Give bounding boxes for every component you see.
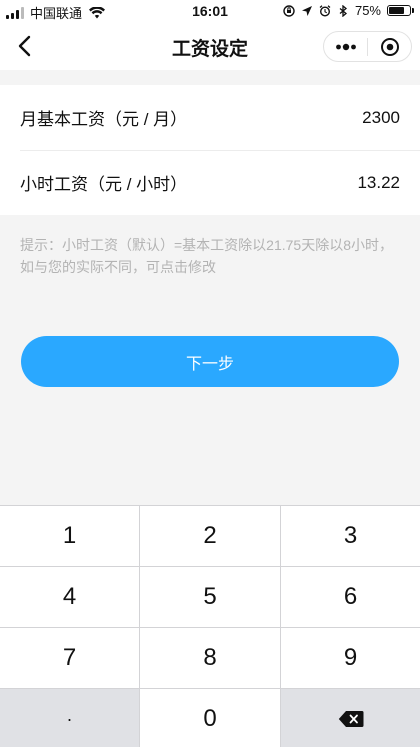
location-icon: [301, 5, 312, 16]
monthly-salary-label: 月基本工资（元 / 月）: [20, 110, 188, 129]
hourly-wage-label: 小时工资（元 / 小时）: [20, 175, 188, 194]
close-mini-program-button[interactable]: [368, 32, 411, 61]
key-4[interactable]: 4: [0, 567, 139, 627]
form-row-monthly-salary[interactable]: 月基本工资（元 / 月） 2300: [0, 85, 420, 150]
nav-bar: 工资设定: [0, 22, 420, 70]
more-button[interactable]: [324, 32, 367, 61]
key-7[interactable]: 7: [0, 628, 139, 688]
key-2[interactable]: 2: [140, 506, 280, 566]
key-0[interactable]: 0: [140, 689, 280, 747]
key-1[interactable]: 1: [0, 506, 139, 566]
bluetooth-icon: [339, 4, 347, 17]
salary-form: 月基本工资（元 / 月） 2300 小时工资（元 / 小时） 13.22: [0, 85, 420, 215]
more-dots-icon: [335, 43, 356, 50]
screen: 中国联通 16:01 75% 工资设定 月基本工资（元 / 月） 2300 小时…: [0, 0, 420, 747]
status-right: 75%: [283, 3, 414, 18]
orientation-lock-icon: [283, 4, 295, 17]
back-button[interactable]: [8, 30, 40, 62]
battery-percent: 75%: [354, 3, 381, 18]
hourly-wage-input[interactable]: 13.22: [340, 173, 400, 193]
battery-fill: [389, 7, 404, 14]
next-step-button[interactable]: 下一步: [21, 336, 399, 387]
key-9[interactable]: 9: [281, 628, 420, 688]
form-row-hourly-wage[interactable]: 小时工资（元 / 小时） 13.22: [0, 150, 420, 215]
hint-text: 提示：小时工资（默认）=基本工资除以21.75天除以8小时，如与您的实际不同，可…: [20, 237, 393, 275]
key-decimal-point[interactable]: ·: [0, 689, 139, 747]
key-6[interactable]: 6: [281, 567, 420, 627]
backspace-icon: [338, 711, 363, 727]
battery-icon: [387, 5, 414, 16]
number-keypad: 1 2 3 4 5 6 7 8 9 · 0: [0, 505, 420, 747]
key-backspace[interactable]: [281, 689, 420, 747]
chevron-left-icon: [18, 35, 31, 57]
key-5[interactable]: 5: [140, 567, 280, 627]
key-3[interactable]: 3: [281, 506, 420, 566]
target-circle-icon: [380, 37, 399, 56]
key-8[interactable]: 8: [140, 628, 280, 688]
mini-program-capsule: [323, 31, 412, 62]
monthly-salary-input[interactable]: 2300: [340, 108, 400, 128]
status-bar: 中国联通 16:01 75%: [0, 0, 420, 22]
alarm-icon: [319, 4, 331, 17]
